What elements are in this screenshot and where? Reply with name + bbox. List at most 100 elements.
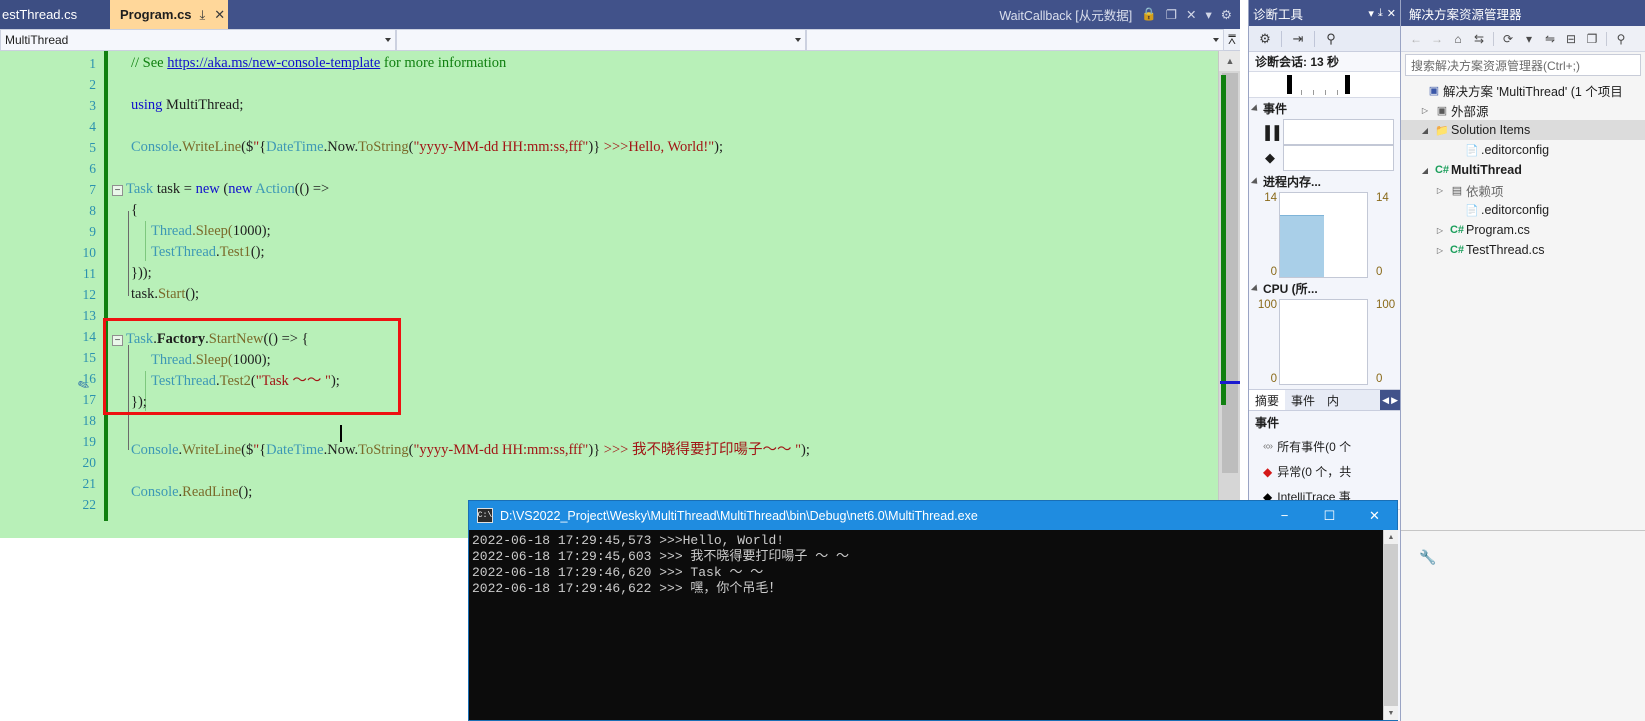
tree-node-editorconfig-project[interactable]: 📄 .editorconfig bbox=[1401, 200, 1645, 220]
tree-node-solution[interactable]: ▣ 解决方案 'MultiThread' (1 个项目 bbox=[1401, 80, 1645, 100]
fold-toggle-icon[interactable]: − bbox=[112, 185, 123, 196]
split-view-icon[interactable]: ⩞ bbox=[1224, 29, 1240, 50]
scroll-up-icon[interactable]: ▲ bbox=[1219, 51, 1240, 71]
diagnostic-timeline[interactable] bbox=[1249, 72, 1400, 98]
diagnostic-section-cpu[interactable]: CPU (所... bbox=[1249, 278, 1400, 299]
pin-icon[interactable]: ⤓ bbox=[200, 7, 206, 23]
type-dropdown[interactable] bbox=[396, 29, 806, 51]
csharp-file-icon: C# bbox=[1449, 244, 1465, 256]
gear-icon[interactable]: ⚙ bbox=[1221, 7, 1232, 22]
axis-min-label: 0 bbox=[1270, 373, 1277, 385]
console-template-link[interactable]: https://aka.ms/new-console-template bbox=[167, 55, 380, 71]
scroll-up-icon[interactable]: ▲ bbox=[1384, 530, 1398, 544]
wrench-icon[interactable]: 🔧 bbox=[1419, 549, 1436, 566]
tree-expander[interactable]: ▷ bbox=[1432, 246, 1448, 255]
back-icon[interactable]: ← bbox=[1406, 29, 1426, 49]
chevron-down-icon[interactable]: ▾ bbox=[1206, 7, 1212, 22]
home-icon[interactable]: ⌂ bbox=[1448, 29, 1468, 49]
chevron-down-icon[interactable]: ▾ bbox=[1368, 7, 1374, 20]
brace-guide bbox=[128, 345, 129, 450]
search-input[interactable]: 搜索解决方案资源管理器(Ctrl+;) bbox=[1405, 54, 1641, 76]
tree-node-label: Solution Items bbox=[1451, 123, 1531, 137]
line-number: 20 bbox=[82, 455, 97, 470]
tree-node-project-multithread[interactable]: ◢ C# MultiThread bbox=[1401, 160, 1645, 180]
dependencies-icon: ▤ bbox=[1451, 184, 1463, 197]
export-icon[interactable]: ⇥ bbox=[1286, 28, 1310, 50]
tree-node-label: 外部源 bbox=[1451, 104, 1489, 119]
tab-program-cs[interactable]: Program.cs ⤓ ✕ bbox=[110, 0, 228, 29]
close-document-icon[interactable]: ✕ bbox=[1186, 7, 1196, 22]
exception-diamond-icon: ◆ bbox=[1263, 464, 1273, 479]
pin-icon[interactable]: ⤓ bbox=[1378, 7, 1383, 20]
chevron-down-icon bbox=[1250, 103, 1261, 114]
event-row-exceptions[interactable]: ◆ 异常(0 个，共 bbox=[1249, 459, 1400, 484]
tree-node-solution-items[interactable]: ◢ 📁 Solution Items bbox=[1401, 120, 1645, 140]
section-label: 进程内存... bbox=[1263, 175, 1322, 189]
forward-icon[interactable]: → bbox=[1427, 29, 1447, 49]
collapse-all-icon[interactable]: ⊟ bbox=[1561, 29, 1581, 49]
gear-icon[interactable]: ⚙ bbox=[1253, 28, 1277, 50]
scroll-down-icon[interactable]: ▼ bbox=[1384, 706, 1398, 720]
tree-expander[interactable]: ▷ bbox=[1432, 226, 1448, 235]
restore-icon[interactable]: ❐ bbox=[1166, 7, 1177, 22]
close-button[interactable]: ✕ bbox=[1352, 501, 1397, 530]
tab-events[interactable]: 事件 bbox=[1285, 390, 1321, 410]
tab-scroll-buttons: ◀ ▶ bbox=[1380, 390, 1400, 410]
diagnostic-section-memory[interactable]: 进程内存... bbox=[1249, 171, 1400, 192]
tree-node-editorconfig-solution[interactable]: 📄 .editorconfig bbox=[1401, 140, 1645, 160]
close-icon[interactable]: ✕ bbox=[214, 7, 225, 23]
tree-node-external-sources[interactable]: ▷ ▣ 外部源 bbox=[1401, 100, 1645, 120]
line-number: 22 bbox=[82, 497, 97, 512]
events-track[interactable] bbox=[1283, 119, 1394, 145]
tree-expander[interactable]: ▷ bbox=[1432, 186, 1448, 195]
tree-expander[interactable]: ◢ bbox=[1417, 166, 1433, 175]
memory-usage-graph[interactable]: 14 0 14 0 bbox=[1249, 192, 1400, 278]
line-number: 3 bbox=[89, 98, 96, 113]
sync-with-document-icon[interactable]: ⇆ bbox=[1469, 29, 1489, 49]
type-thread: Thread bbox=[151, 352, 193, 368]
tree-node-dependencies[interactable]: ▷ ▤ 依赖项 bbox=[1401, 180, 1645, 200]
member-dropdown[interactable] bbox=[806, 29, 1224, 51]
memory-plot-area bbox=[1279, 192, 1368, 278]
tab-memory[interactable]: 内 bbox=[1321, 390, 1345, 410]
keyword-using: using bbox=[131, 97, 163, 113]
chevron-down-icon[interactable]: ▾ bbox=[1519, 29, 1539, 49]
line-number: 2 bbox=[89, 77, 96, 92]
tab-prev-icon[interactable]: ◀ bbox=[1382, 395, 1389, 406]
zoom-icon[interactable]: ⚲ bbox=[1319, 28, 1343, 50]
panel-title: 诊断工具 bbox=[1253, 7, 1304, 22]
console-output-area[interactable]: 2022-06-18 17:29:45,573 >>>Hello, World!… bbox=[469, 530, 1383, 720]
refresh-icon[interactable]: ⟳ bbox=[1498, 29, 1518, 49]
tab-summary[interactable]: 摘要 bbox=[1249, 390, 1286, 410]
events-track[interactable] bbox=[1283, 145, 1394, 171]
console-title-bar[interactable]: C:\ D:\VS2022_Project\Wesky\MultiThread\… bbox=[469, 501, 1397, 530]
tree-node-program-cs[interactable]: ▷ C# Program.cs bbox=[1401, 220, 1645, 240]
show-all-files-icon[interactable]: ⇋ bbox=[1540, 29, 1560, 49]
solution-explorer-title-bar: 解决方案资源管理器 bbox=[1401, 0, 1645, 26]
event-row-all[interactable]: «» 所有事件(0 个 bbox=[1249, 434, 1400, 459]
console-window[interactable]: C:\ D:\VS2022_Project\Wesky\MultiThread\… bbox=[468, 500, 1398, 721]
scrollbar-thumb[interactable] bbox=[1384, 544, 1398, 720]
panel-title: 解决方案资源管理器 bbox=[1409, 7, 1522, 22]
properties-icon[interactable]: ❐ bbox=[1582, 29, 1602, 49]
close-icon[interactable]: ✕ bbox=[1387, 7, 1396, 20]
axis-min-label: 0 bbox=[1376, 373, 1383, 385]
section-label: 事件 bbox=[1263, 102, 1288, 116]
tab-next-icon[interactable]: ▶ bbox=[1391, 395, 1398, 406]
tree-expander[interactable]: ◢ bbox=[1417, 126, 1433, 135]
project-dropdown[interactable]: MultiThread bbox=[0, 29, 396, 51]
type-console: Console bbox=[131, 484, 179, 500]
minimize-button[interactable]: − bbox=[1262, 501, 1307, 530]
type-console: Console bbox=[131, 442, 179, 458]
tree-expander[interactable]: ▷ bbox=[1417, 106, 1433, 115]
tree-node-testthread-cs[interactable]: ▷ C# TestThread.cs bbox=[1401, 240, 1645, 260]
diagnostic-section-events[interactable]: 事件 bbox=[1249, 98, 1400, 119]
console-scrollbar[interactable]: ▲ ▼ bbox=[1383, 530, 1398, 720]
preview-icon[interactable]: ⚲ bbox=[1611, 29, 1631, 49]
solution-explorer-panel: 解决方案资源管理器 ← → ⌂ ⇆ ⟳ ▾ ⇋ ⊟ ❐ ⚲ 搜索解决方案资源管理… bbox=[1400, 0, 1645, 721]
code-line-17: }); bbox=[131, 394, 147, 410]
maximize-button[interactable]: ☐ bbox=[1307, 501, 1352, 530]
fold-toggle-icon[interactable]: − bbox=[112, 335, 123, 346]
tab-testthread-cs[interactable]: estThread.cs bbox=[0, 0, 110, 29]
cpu-usage-graph[interactable]: 100 0 100 0 bbox=[1249, 299, 1400, 385]
